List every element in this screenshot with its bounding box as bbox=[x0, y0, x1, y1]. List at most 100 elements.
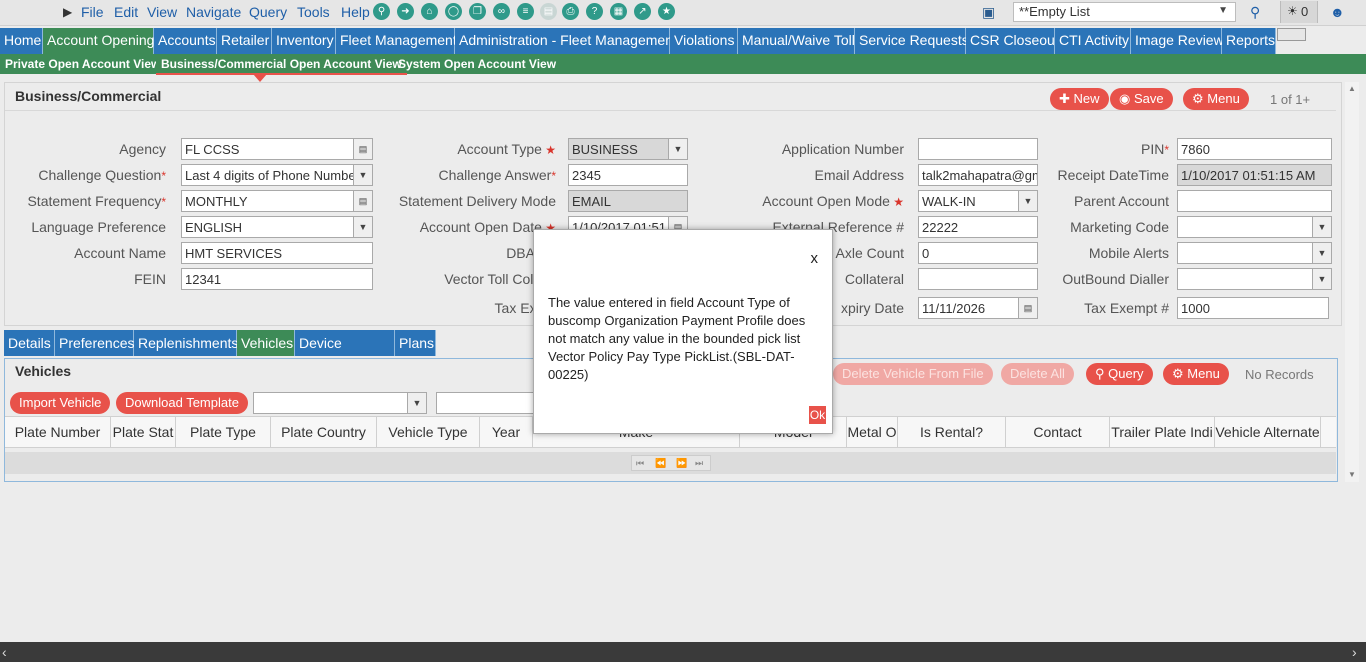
menu-help[interactable]: Help bbox=[341, 4, 370, 20]
tab-violations[interactable]: Violations bbox=[670, 28, 738, 54]
download-template-button[interactable]: Download Template bbox=[116, 392, 248, 414]
tab-vehicles[interactable]: Vehicles bbox=[237, 330, 295, 356]
application-number-field[interactable] bbox=[918, 138, 1038, 160]
horizontal-scrollbar[interactable]: ‹ › bbox=[0, 642, 1366, 662]
binoculars-icon[interactable]: ◯ bbox=[445, 3, 462, 20]
list-icon[interactable]: ≡ bbox=[517, 3, 534, 20]
column-plate-status[interactable]: Plate Stat bbox=[111, 416, 176, 448]
tab-retailer[interactable]: Retailer bbox=[217, 28, 272, 54]
marketing-code-select[interactable]: ▼ bbox=[1177, 216, 1332, 238]
chevron-down-icon[interactable]: ▼ bbox=[353, 217, 372, 237]
mobile-alerts-select[interactable]: ▼ bbox=[1177, 242, 1332, 264]
link-icon[interactable]: ∞ bbox=[493, 3, 510, 20]
pick-applet-icon[interactable]: ▤ bbox=[353, 139, 372, 159]
tab-csr-closeout[interactable]: CSR Closeout bbox=[966, 28, 1059, 54]
vertical-scrollbar[interactable]: ▲ ▼ bbox=[1345, 82, 1359, 482]
import-vehicle-button[interactable]: Import Vehicle bbox=[10, 392, 111, 414]
global-search-icon[interactable]: ⚲ bbox=[1250, 4, 1260, 21]
saved-list-dropdown[interactable]: **Empty List ▼ bbox=[1013, 2, 1236, 22]
statement-delivery-mode-field[interactable]: EMAIL bbox=[568, 190, 688, 212]
tab-fleet-management[interactable]: Fleet Management bbox=[336, 28, 457, 54]
account-open-mode-select[interactable]: WALK-IN ▼ bbox=[918, 190, 1038, 212]
chevron-down-icon[interactable]: ▼ bbox=[1312, 269, 1331, 289]
tab-administration-fleet-management[interactable]: Administration - Fleet Management bbox=[455, 28, 677, 54]
vehicle-query-button[interactable]: ⚲ Query bbox=[1086, 363, 1153, 385]
notifications-button[interactable]: ☀ 0 bbox=[1280, 1, 1318, 23]
chevron-down-icon[interactable]: ▼ bbox=[1312, 217, 1331, 237]
tab-cti-activity[interactable]: CTI Activity bbox=[1055, 28, 1131, 54]
column-plate-number[interactable]: Plate Number bbox=[5, 416, 111, 448]
email-address-field[interactable]: talk2mahapatra@gm bbox=[918, 164, 1038, 186]
first-page-icon[interactable]: ⏮ bbox=[636, 458, 644, 469]
column-plate-country[interactable]: Plate Country bbox=[271, 416, 377, 448]
tab-inventory[interactable]: Inventory bbox=[272, 28, 336, 54]
tab-image-review[interactable]: Image Review bbox=[1131, 28, 1224, 54]
subtab-system-open-account[interactable]: System Open Account View bbox=[393, 55, 561, 73]
pin-field[interactable]: 7860 bbox=[1177, 138, 1332, 160]
challenge-answer-field[interactable]: 2345 bbox=[568, 164, 688, 186]
tab-reports[interactable]: Reports bbox=[1222, 28, 1276, 54]
subtab-business-open-account[interactable]: Business/Commercial Open Account View bbox=[156, 55, 407, 75]
column-vehicle-alternate[interactable]: Vehicle Alternate bbox=[1215, 416, 1321, 448]
challenge-question-select[interactable]: Last 4 digits of Phone Number ▼ bbox=[181, 164, 373, 186]
menu-edit[interactable]: Edit bbox=[114, 4, 138, 20]
chevron-down-icon[interactable]: ▼ bbox=[353, 165, 372, 185]
expiry-date-field[interactable]: 11/11/2026 ▤ bbox=[918, 297, 1038, 319]
column-metal-oxide[interactable]: Metal O bbox=[847, 416, 898, 448]
statement-frequency-field[interactable]: MONTHLY ▤ bbox=[181, 190, 373, 212]
collateral-field[interactable] bbox=[918, 268, 1038, 290]
prev-page-icon[interactable]: ⏪ bbox=[655, 458, 666, 469]
tab-device-request[interactable]: Device Request bbox=[295, 330, 395, 377]
save-button[interactable]: ◉ Save bbox=[1110, 88, 1173, 110]
help-icon[interactable]: ? bbox=[586, 3, 603, 20]
outbound-dialler-select[interactable]: ▼ bbox=[1177, 268, 1332, 290]
fein-field[interactable]: 12341 bbox=[181, 268, 373, 290]
tab-manual-waive-toll[interactable]: Manual/Waive Toll bbox=[738, 28, 855, 54]
tab-overflow-button[interactable] bbox=[1277, 28, 1306, 41]
vehicle-filter-select[interactable]: ▼ bbox=[253, 392, 427, 414]
vehicle-menu-button[interactable]: ⚙ Menu bbox=[1163, 363, 1229, 385]
agency-field[interactable]: FL CCSS ▤ bbox=[181, 138, 373, 160]
next-page-icon[interactable]: ⏩ bbox=[676, 458, 687, 469]
tab-details[interactable]: Details bbox=[4, 330, 55, 356]
column-contact[interactable]: Contact bbox=[1006, 416, 1110, 448]
expand-arrow-icon[interactable]: ▶ bbox=[63, 5, 72, 19]
receipt-datetime-field[interactable]: 1/10/2017 01:51:15 AM bbox=[1177, 164, 1332, 186]
ok-button[interactable]: Ok bbox=[809, 406, 826, 424]
tab-accounts[interactable]: Accounts bbox=[154, 28, 217, 54]
vehicle-search-input[interactable] bbox=[436, 392, 534, 414]
column-is-rental[interactable]: Is Rental? bbox=[898, 416, 1006, 448]
external-reference-field[interactable]: 22222 bbox=[918, 216, 1038, 238]
tab-account-opening[interactable]: Account Opening bbox=[43, 28, 154, 54]
account-type-select[interactable]: BUSINESS ▼ bbox=[568, 138, 688, 160]
tax-exempt-number-field[interactable]: 1000 bbox=[1177, 297, 1329, 319]
column-trailer-plate-indicator[interactable]: Trailer Plate Indi bbox=[1110, 416, 1215, 448]
tab-service-requests[interactable]: Service Requests bbox=[855, 28, 969, 54]
form-menu-button[interactable]: ⚙ Menu bbox=[1183, 88, 1249, 110]
menu-query[interactable]: Query bbox=[249, 4, 287, 20]
menu-file[interactable]: File bbox=[81, 4, 104, 20]
chat-icon[interactable]: ▣ bbox=[982, 4, 995, 21]
close-icon[interactable]: x bbox=[811, 250, 819, 267]
user-icon[interactable]: ☻ bbox=[1330, 4, 1345, 20]
tab-home[interactable]: Home bbox=[0, 28, 43, 54]
pick-applet-icon[interactable]: ▤ bbox=[353, 191, 372, 211]
tab-preferences[interactable]: Preferences bbox=[55, 330, 134, 356]
parent-account-field[interactable] bbox=[1177, 190, 1332, 212]
menu-tools[interactable]: Tools bbox=[297, 4, 330, 20]
chevron-down-icon[interactable]: ▼ bbox=[1018, 191, 1037, 211]
chevron-down-icon[interactable]: ▼ bbox=[1312, 243, 1331, 263]
chart-icon[interactable]: ↗ bbox=[634, 3, 651, 20]
column-vehicle-type[interactable]: Vehicle Type bbox=[377, 416, 480, 448]
new-button[interactable]: ✚ New bbox=[1050, 88, 1109, 110]
print-icon[interactable]: ⎙ bbox=[562, 3, 579, 20]
language-preference-select[interactable]: ENGLISH ▼ bbox=[181, 216, 373, 238]
menu-navigate[interactable]: Navigate bbox=[186, 4, 241, 20]
subtab-private-open-account[interactable]: Private Open Account View bbox=[0, 55, 165, 73]
search-icon[interactable]: ⚲ bbox=[373, 3, 390, 20]
last-page-icon[interactable]: ⏭ bbox=[695, 458, 703, 469]
chevron-down-icon[interactable]: ▼ bbox=[407, 393, 426, 413]
home-icon[interactable]: ⌂ bbox=[421, 3, 438, 20]
scroll-down-icon[interactable]: ▼ bbox=[1348, 470, 1356, 479]
scroll-up-icon[interactable]: ▲ bbox=[1348, 84, 1356, 93]
